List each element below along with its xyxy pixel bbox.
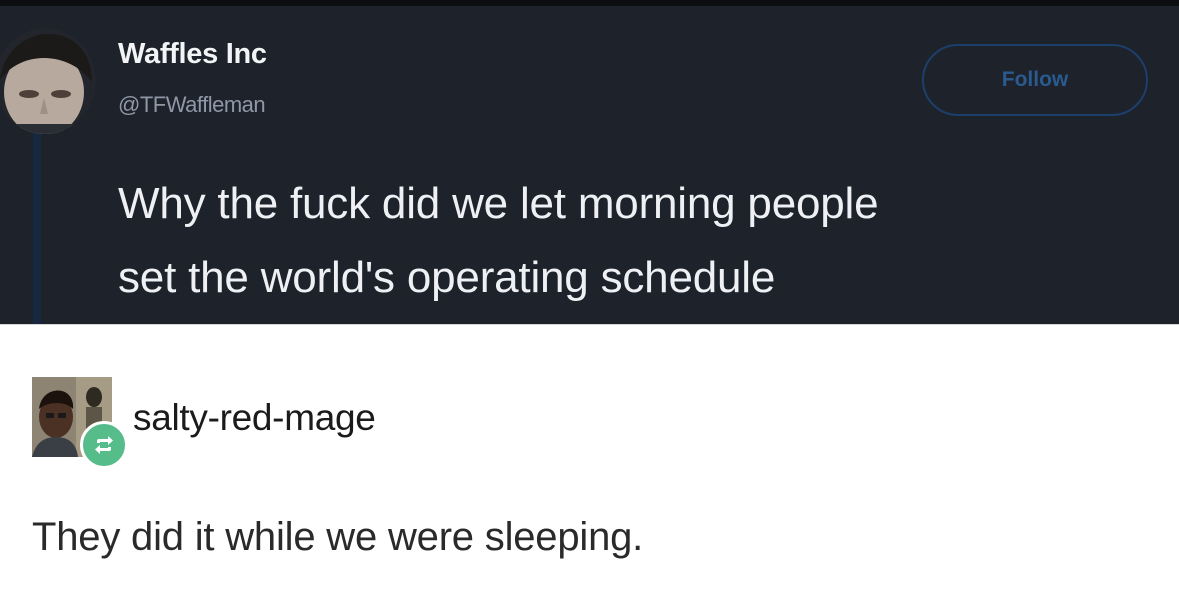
tweet-text: Why the fuck did we let morning people s… — [118, 174, 1178, 308]
reblog-text: They did it while we were sleeping. — [32, 515, 644, 559]
reblog-username[interactable]: salty-red-mage — [133, 397, 376, 439]
tweet-card: Waffles Inc @TFWaffleman Follow Why the … — [0, 0, 1179, 324]
thread-line — [33, 128, 41, 324]
tweet-handle[interactable]: @TFWaffleman — [118, 92, 266, 118]
tweet-text-line: set the world's operating schedule — [118, 253, 776, 302]
tweet-display-name[interactable]: Waffles Inc — [118, 38, 267, 71]
tweet-avatar[interactable] — [0, 28, 96, 134]
tweet-text-line: Why the fuck did we let morning people — [118, 179, 879, 228]
follow-button[interactable]: Follow — [922, 44, 1148, 116]
reblog-post: salty-red-mage They did it while we were… — [0, 324, 1179, 590]
person-photo-icon — [0, 28, 96, 134]
reblog-icon — [80, 421, 128, 469]
